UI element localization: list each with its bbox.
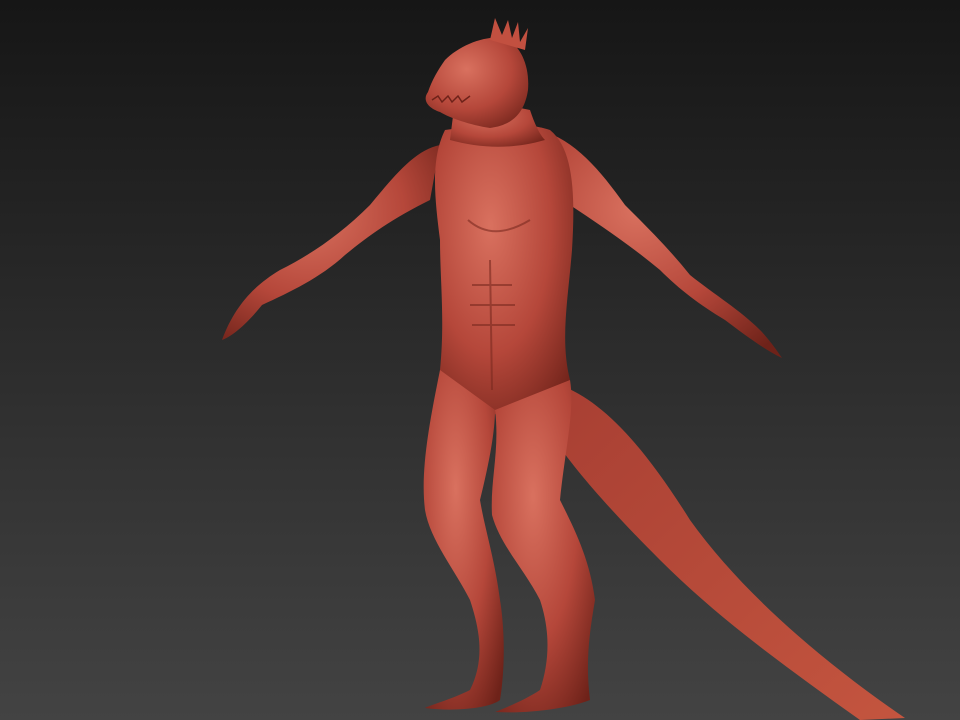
render-canvas <box>0 0 960 720</box>
3d-viewport[interactable] <box>0 0 960 720</box>
torso <box>435 124 574 415</box>
